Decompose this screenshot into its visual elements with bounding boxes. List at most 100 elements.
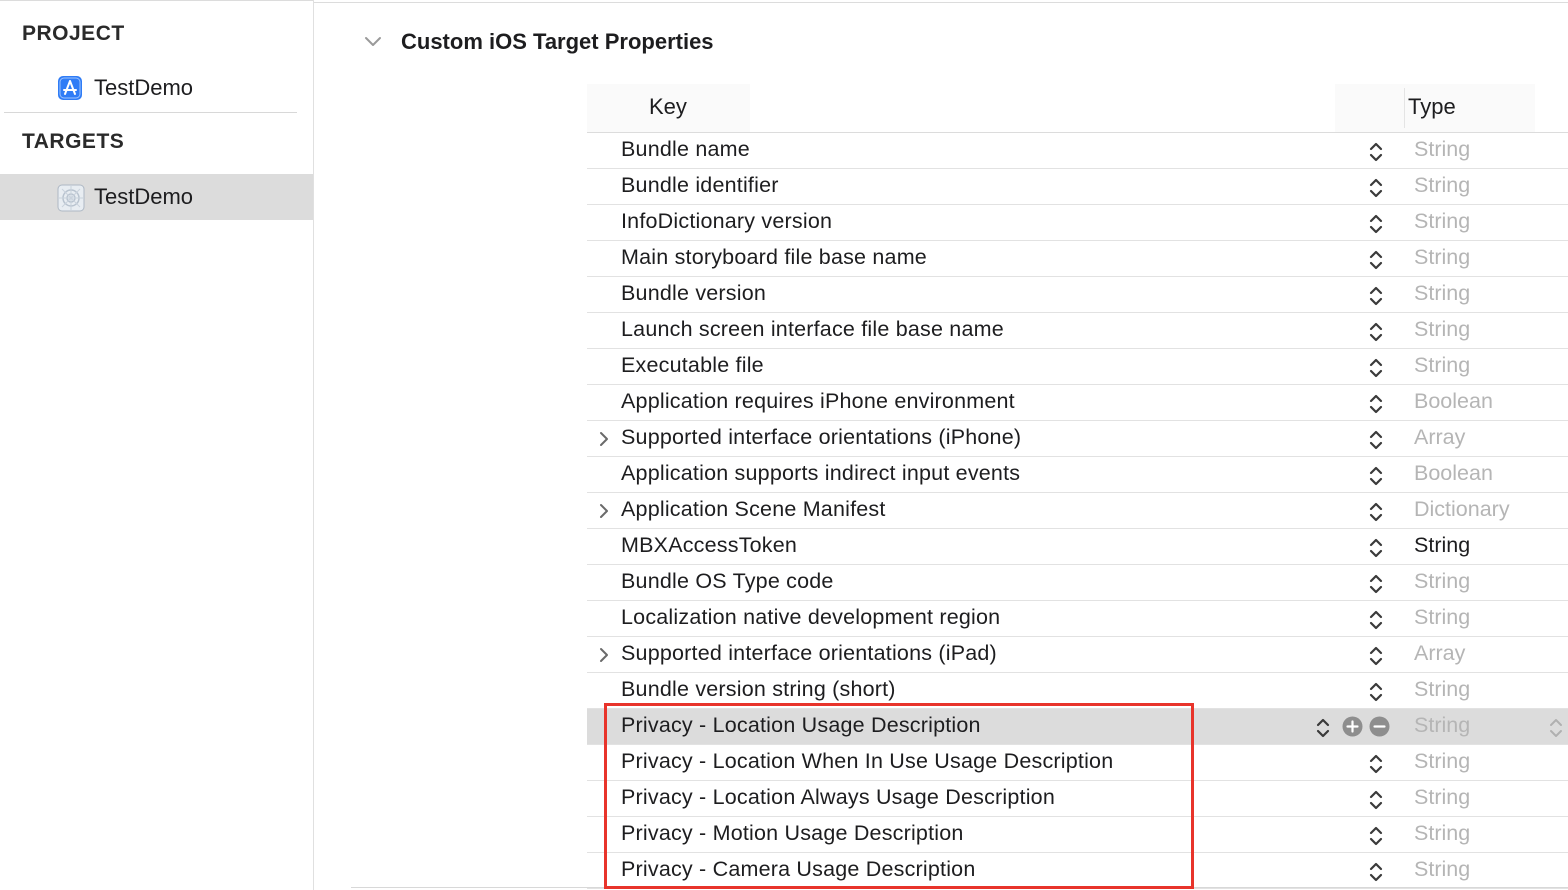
key-column-header[interactable]: Key	[649, 94, 687, 120]
row-type[interactable]: String	[1414, 353, 1470, 378]
row-key[interactable]: Privacy - Location Usage Description	[621, 713, 981, 738]
key-stepper-icon[interactable]	[1367, 752, 1385, 776]
row-type[interactable]: String	[1414, 317, 1470, 342]
table-row[interactable]: Application supports indirect input even…	[587, 457, 1568, 493]
key-stepper-icon[interactable]	[1367, 284, 1385, 308]
chevron-right-icon[interactable]	[597, 430, 611, 448]
table-row[interactable]: Application Scene Manifest Dictionary	[587, 493, 1568, 529]
table-row[interactable]: Launch screen interface file base name St…	[587, 313, 1568, 349]
row-type[interactable]: String	[1414, 173, 1470, 198]
row-key[interactable]: Launch screen interface file base name	[621, 317, 1004, 342]
table-row[interactable]: Bundle version String	[587, 277, 1568, 313]
key-stepper-icon[interactable]	[1367, 392, 1385, 416]
key-stepper-icon[interactable]	[1367, 464, 1385, 488]
row-type[interactable]: String	[1414, 749, 1470, 774]
table-row[interactable]: MBXAccessToken String	[587, 529, 1568, 565]
row-type[interactable]: String	[1414, 605, 1470, 630]
key-stepper-icon[interactable]	[1367, 824, 1385, 848]
project-section-header: PROJECT	[22, 22, 125, 45]
row-key[interactable]: Bundle version	[621, 281, 766, 306]
table-row[interactable]: Executable file String	[587, 349, 1568, 385]
row-type[interactable]: String	[1414, 209, 1470, 234]
section-title: Custom iOS Target Properties	[401, 29, 714, 54]
row-type[interactable]: String	[1414, 821, 1470, 846]
row-key[interactable]: Privacy - Camera Usage Description	[621, 857, 976, 882]
row-type[interactable]: String	[1414, 713, 1470, 738]
row-type[interactable]: String	[1414, 137, 1470, 162]
key-stepper-icon[interactable]	[1314, 716, 1332, 740]
key-stepper-icon[interactable]	[1367, 788, 1385, 812]
row-key[interactable]: Bundle version string (short)	[621, 677, 896, 702]
table-row[interactable]: Bundle name String	[587, 133, 1568, 169]
row-key[interactable]: Main storyboard file base name	[621, 245, 927, 270]
table-row[interactable]: Supported interface orientations (iPad) A…	[587, 637, 1568, 673]
table-header: Key Type	[587, 84, 1568, 133]
row-key[interactable]: Supported interface orientations (iPad)	[621, 641, 997, 666]
row-type[interactable]: Array	[1414, 641, 1465, 666]
row-type[interactable]: Boolean	[1414, 461, 1493, 486]
row-key[interactable]: Bundle identifier	[621, 173, 779, 198]
key-stepper-icon[interactable]	[1367, 428, 1385, 452]
key-stepper-icon[interactable]	[1367, 680, 1385, 704]
row-key[interactable]: Privacy - Motion Usage Description	[621, 821, 964, 846]
table-row[interactable]: Supported interface orientations (iPhone…	[587, 421, 1568, 457]
row-key[interactable]: MBXAccessToken	[621, 533, 797, 558]
row-type[interactable]: String	[1414, 785, 1470, 810]
row-type[interactable]: String	[1414, 857, 1470, 882]
table-row[interactable]: Privacy - Location When In Use Usage Des…	[587, 745, 1568, 781]
row-type[interactable]: String	[1414, 677, 1470, 702]
row-type[interactable]: String	[1414, 281, 1470, 306]
row-key[interactable]: Bundle OS Type code	[621, 569, 834, 594]
table-row[interactable]: Localization native development region St…	[587, 601, 1568, 637]
row-type[interactable]: Dictionary	[1414, 497, 1510, 522]
row-key[interactable]: Privacy - Location Always Usage Descript…	[621, 785, 1055, 810]
sidebar-divider	[4, 112, 297, 113]
table-row[interactable]: Privacy - Motion Usage Description String	[587, 817, 1568, 853]
row-type[interactable]: Boolean	[1414, 389, 1493, 414]
row-key[interactable]: Privacy - Location When In Use Usage Des…	[621, 749, 1113, 774]
row-key[interactable]: Application requires iPhone environment	[621, 389, 1015, 414]
row-type[interactable]: String	[1414, 569, 1470, 594]
sidebar-item-project-testdemo[interactable]: TestDemo	[0, 65, 313, 111]
sidebar-item-target-testdemo[interactable]: TestDemo	[0, 174, 313, 220]
row-key[interactable]: Application supports indirect input even…	[621, 461, 1020, 486]
key-stepper-icon[interactable]	[1367, 356, 1385, 380]
row-type[interactable]: String	[1414, 245, 1470, 270]
key-stepper-icon[interactable]	[1367, 644, 1385, 668]
type-column-header[interactable]: Type	[1408, 94, 1456, 120]
key-stepper-icon[interactable]	[1367, 176, 1385, 200]
table-row[interactable]: InfoDictionary version String	[587, 205, 1568, 241]
table-row[interactable]: Privacy - Camera Usage Description String	[587, 853, 1568, 889]
table-row[interactable]: Bundle OS Type code String	[587, 565, 1568, 601]
row-type[interactable]: Array	[1414, 425, 1465, 450]
chevron-right-icon[interactable]	[597, 646, 611, 664]
row-key[interactable]: Executable file	[621, 353, 764, 378]
add-row-button[interactable]	[1342, 716, 1363, 737]
key-stepper-icon[interactable]	[1367, 608, 1385, 632]
table-row[interactable]: Bundle identifier String	[587, 169, 1568, 205]
table-row[interactable]: Main storyboard file base name String	[587, 241, 1568, 277]
chevron-down-icon[interactable]	[362, 33, 384, 51]
row-key[interactable]: Localization native development region	[621, 605, 1000, 630]
chevron-right-icon[interactable]	[597, 502, 611, 520]
type-stepper-icon[interactable]	[1547, 716, 1565, 740]
row-key[interactable]: Supported interface orientations (iPhone…	[621, 425, 1021, 450]
table-row[interactable]: Application requires iPhone environment B…	[587, 385, 1568, 421]
key-stepper-icon[interactable]	[1367, 572, 1385, 596]
table-row[interactable]: Privacy - Location Usage Description Stri…	[587, 709, 1568, 745]
key-stepper-icon[interactable]	[1367, 140, 1385, 164]
remove-row-button[interactable]	[1369, 716, 1390, 737]
key-stepper-icon[interactable]	[1367, 212, 1385, 236]
key-stepper-icon[interactable]	[1367, 536, 1385, 560]
column-separator[interactable]	[1404, 88, 1405, 128]
row-key[interactable]: Bundle name	[621, 137, 750, 162]
row-key[interactable]: Application Scene Manifest	[621, 497, 886, 522]
row-key[interactable]: InfoDictionary version	[621, 209, 832, 234]
key-stepper-icon[interactable]	[1367, 500, 1385, 524]
key-stepper-icon[interactable]	[1367, 320, 1385, 344]
table-row[interactable]: Bundle version string (short) String	[587, 673, 1568, 709]
key-stepper-icon[interactable]	[1367, 248, 1385, 272]
key-stepper-icon[interactable]	[1367, 860, 1385, 884]
row-type[interactable]: String	[1414, 533, 1470, 558]
table-row[interactable]: Privacy - Location Always Usage Descript…	[587, 781, 1568, 817]
